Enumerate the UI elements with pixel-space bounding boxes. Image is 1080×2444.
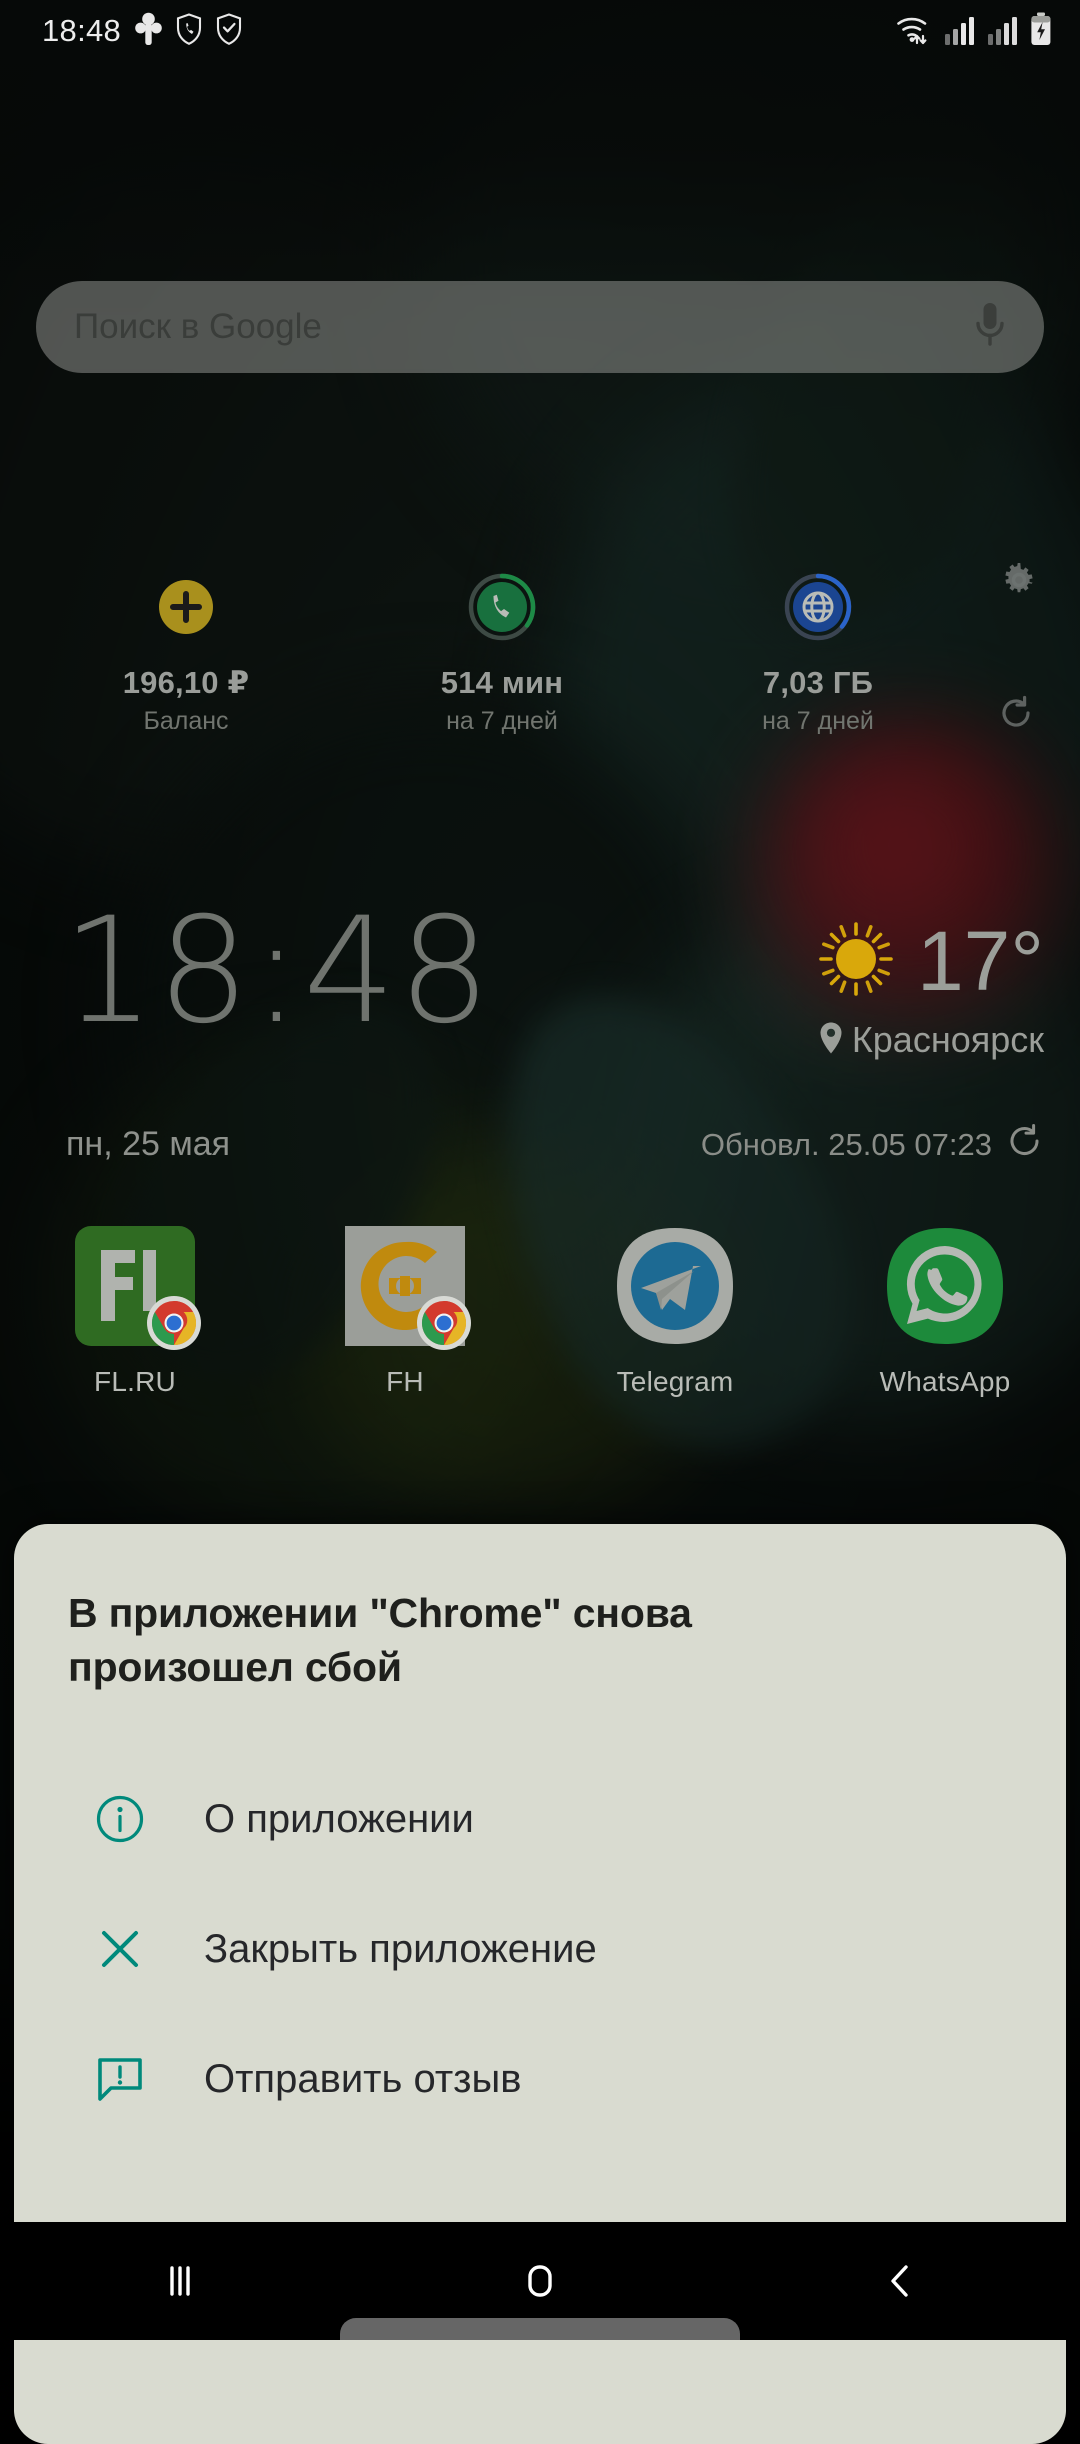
chrome-badge-icon <box>145 1294 203 1352</box>
back-icon[interactable] <box>810 2222 990 2340</box>
app-shortcut-telegram[interactable]: Telegram <box>540 1226 810 1436</box>
battery-charging-icon <box>1030 12 1052 51</box>
status-bar-right <box>895 12 1052 51</box>
status-bar-clock: 18:48 <box>42 13 122 48</box>
plus-circle-icon[interactable] <box>28 565 344 649</box>
weather-temperature: 17° <box>916 913 1044 1008</box>
fl-ru-icon[interactable] <box>75 1226 201 1350</box>
about-app-button[interactable]: О приложении <box>68 1754 1012 1884</box>
app-shortcut-whatsapp[interactable]: WhatsApp <box>810 1226 1080 1436</box>
widget-item-internet[interactable]: 7,03 ГБ на 7 дней <box>660 565 976 736</box>
app-shortcut-fl-ru[interactable]: FL.RU <box>0 1226 270 1436</box>
internet-value: 7,03 ГБ <box>762 665 874 700</box>
weather-widget[interactable]: 17° Красноярск <box>811 914 1044 1061</box>
minutes-value: 514 мин <box>440 665 564 700</box>
crash-action-label: О приложении <box>204 1796 474 1841</box>
shield-check-icon <box>216 12 242 50</box>
fh-icon[interactable] <box>345 1226 471 1350</box>
weather-updated-text: Обновл. 25.05 07:23 <box>700 1127 992 1162</box>
minutes-label: на 7 дней <box>446 707 558 735</box>
close-app-button[interactable]: Закрыть приложение <box>68 1884 1012 2014</box>
close-x-icon <box>68 1923 172 1975</box>
chrome-badge-icon <box>415 1294 473 1352</box>
signal-sim1-icon <box>944 14 976 51</box>
crash-action-label: Отправить отзыв <box>204 2056 522 2101</box>
clover-icon <box>135 12 162 51</box>
gear-icon[interactable] <box>1000 561 1038 604</box>
app-label: FH <box>386 1366 424 1397</box>
app-label: FL.RU <box>94 1366 176 1397</box>
info-circle-icon <box>68 1793 172 1845</box>
balance-value: 196,10 ₽ <box>122 665 250 700</box>
app-label: Telegram <box>616 1366 734 1397</box>
app-label: WhatsApp <box>879 1366 1011 1397</box>
balance-label: Баланс <box>143 707 229 735</box>
home-gesture-handle[interactable] <box>340 2318 740 2340</box>
operator-balance-widget[interactable]: 196,10 ₽ Баланс 514 мин на 7 дней 7,03 Г… <box>28 563 1052 755</box>
status-bar-left: 18:48 <box>42 12 242 51</box>
widget-item-minutes[interactable]: 514 мин на 7 дней <box>344 565 660 736</box>
refresh-icon[interactable] <box>1006 1122 1044 1168</box>
crash-dialog-title: В приложении "Chrome" снова произошел сб… <box>68 1590 692 1691</box>
send-feedback-button[interactable]: Отправить отзыв <box>68 2014 1012 2144</box>
widget-item-balance[interactable]: 196,10 ₽ Баланс <box>28 565 344 736</box>
wifi-icon <box>895 12 933 51</box>
internet-label: на 7 дней <box>762 707 874 735</box>
globe-circle-icon[interactable] <box>660 565 976 649</box>
weather-updated[interactable]: Обновл. 25.05 07:23 <box>701 1122 1044 1168</box>
microphone-icon[interactable] <box>970 298 1010 357</box>
shield-phone-icon <box>176 12 202 50</box>
sun-icon <box>811 914 901 1009</box>
refresh-icon[interactable] <box>998 695 1034 736</box>
crash-dialog-actions: О приложении Закрыть приложение Отправит… <box>68 1754 1012 2144</box>
google-search-bar[interactable]: Поиск в Google <box>36 281 1044 373</box>
location-pin-icon <box>818 1021 844 1060</box>
whatsapp-icon[interactable] <box>885 1226 1005 1346</box>
telegram-icon[interactable] <box>615 1226 735 1346</box>
clock-weather-widget[interactable]: 18:48 пн, 25 мая 17° Красноярск Обновл. … <box>0 886 1080 1190</box>
recents-icon[interactable] <box>90 2222 270 2340</box>
status-bar[interactable]: 18:48 <box>0 0 1080 62</box>
search-input[interactable]: Поиск в Google <box>74 307 322 347</box>
weather-city: Красноярск <box>851 1019 1044 1060</box>
lockscreen-date[interactable]: пн, 25 мая <box>66 1125 230 1164</box>
signal-sim2-icon <box>987 14 1019 51</box>
home-screen-app-row[interactable]: FL.RU FH Telegram WhatsApp <box>0 1226 1080 1436</box>
feedback-bubble-icon <box>68 2053 172 2105</box>
phone-circle-icon[interactable] <box>344 565 660 649</box>
crash-action-label: Закрыть приложение <box>204 1926 597 1971</box>
app-shortcut-fh[interactable]: FH <box>270 1226 540 1436</box>
lockscreen-clock[interactable]: 18:48 <box>62 880 493 1063</box>
